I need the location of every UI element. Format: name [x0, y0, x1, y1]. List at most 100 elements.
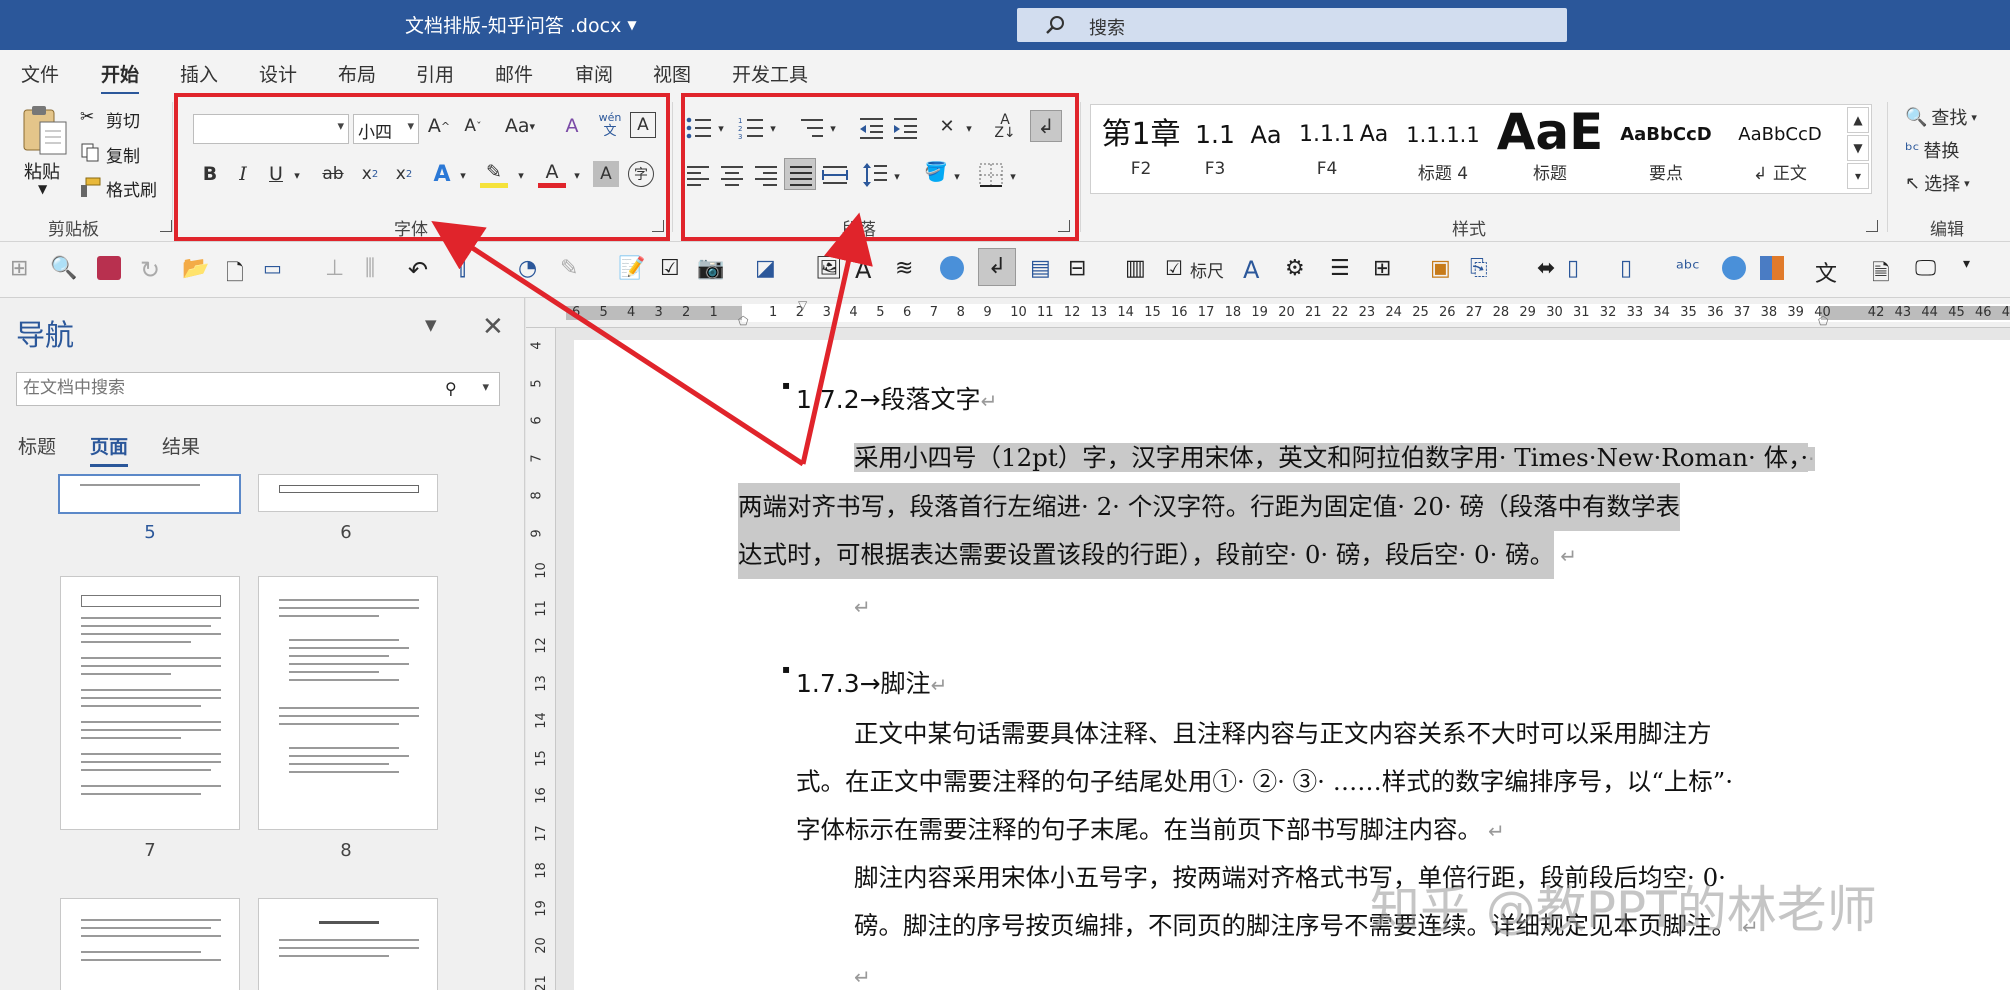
copy-button[interactable]: 复制 [106, 142, 140, 167]
first-line-indent-marker-icon[interactable]: ▽ [798, 298, 807, 312]
styles-dialog-launcher[interactable] [1866, 220, 1878, 232]
tab-developer[interactable]: 开发工具 [732, 60, 808, 87]
cut-icon[interactable]: ✂ [80, 107, 94, 127]
paragraph-marks-toggle-icon[interactable]: ↲ [978, 248, 1016, 286]
heading-1-7-2[interactable]: ▪ 1.7.2→段落文字↵ [782, 378, 997, 416]
search-person-icon[interactable]: 🔍 [50, 256, 77, 282]
style-heading-4[interactable]: 1.1.1.1 标题 4 [1391, 111, 1495, 184]
document-map-icon[interactable]: ▤ [1030, 256, 1056, 282]
globe-icon[interactable] [1722, 256, 1746, 280]
checklist-icon[interactable]: ☑ [660, 256, 686, 282]
styles-a-icon[interactable]: A [1243, 256, 1269, 284]
group-icon[interactable]: ⫿ [459, 256, 485, 282]
styles-scroll-up-icon[interactable]: ▲ [1847, 107, 1869, 133]
left-indent-marker-icon[interactable]: ⬠ [738, 314, 748, 327]
grid-icon[interactable]: ⊞ [10, 256, 36, 282]
tab-file[interactable]: 文件 [21, 60, 59, 87]
ruler-label[interactable]: 标尺 [1190, 257, 1224, 282]
text-box-icon[interactable]: ▭ [263, 256, 289, 282]
find-button[interactable]: 🔍 查找 ▾ [1905, 104, 1977, 130]
spelling-icon[interactable]: ᵃᵇᶜ [1676, 256, 1702, 282]
search-box[interactable]: 搜索 [1017, 8, 1567, 42]
spacing-icon[interactable]: ⬌ [1537, 256, 1563, 282]
undo-icon[interactable]: ↶ [408, 256, 434, 284]
style-f3[interactable]: 1.1 F3 [1185, 111, 1245, 181]
nav-tab-results[interactable]: 结果 [162, 432, 200, 459]
paragraph-footnote-format[interactable]: 脚注内容采用宋体小五号字，按两端对齐格式书写，单倍行距，段前段后均空· 0· 磅… [854, 854, 1964, 951]
vertical-ruler[interactable]: 4 5 6 7 8 9 10 11 12 13 14 15 16 17 18 19 20 21 [526, 328, 556, 990]
list-icon[interactable]: ☰ [1330, 256, 1356, 282]
cut-button[interactable]: 剪切 [106, 107, 140, 132]
cover-page-icon[interactable]: ▯ [1620, 256, 1646, 282]
replace-button[interactable]: ᵇᶜ 替换 [1905, 137, 1959, 163]
tab-home[interactable]: 开始 [101, 60, 140, 95]
ruler-checkbox-icon[interactable]: ☑ [1165, 256, 1191, 282]
search-icon[interactable]: ⚲ [445, 379, 465, 399]
horizontal-ruler[interactable]: 6 5 4 3 2 1 1 2 3 4 5 6 7 8 9 10 11 12 13 14 15 16 17 18 19 20 21 2… [526, 298, 2010, 328]
document-page[interactable]: ▪ 1.7.2→段落文字↵ 采用小四号（12pt）字，汉字用宋体，英文和阿拉伯数… [574, 340, 2010, 990]
tab-insert[interactable]: 插入 [180, 60, 218, 87]
nav-search-chevron-down-icon[interactable]: ▾ [482, 380, 489, 395]
styles-scroll-down-icon[interactable]: ▼ [1847, 135, 1869, 161]
format-painter-button[interactable]: 格式刷 [106, 176, 157, 201]
format-painter-icon[interactable] [78, 176, 102, 198]
image-icon[interactable]: 🖼 [815, 256, 843, 282]
style-aa[interactable]: Aa [1241, 111, 1291, 181]
style-f4[interactable]: 1.1.1 F4 [1287, 111, 1367, 181]
save-icon[interactable] [97, 256, 121, 280]
paste-label[interactable]: 粘贴 [24, 158, 60, 184]
wrap-text-icon[interactable]: ≋ [895, 256, 921, 282]
nav-tab-pages[interactable]: 页面 [90, 432, 129, 467]
form-edit-icon[interactable]: 📝 [618, 256, 645, 282]
copy-icon[interactable] [80, 142, 100, 162]
tab-view[interactable]: 视图 [653, 60, 691, 87]
shape-icon[interactable]: ◔ [518, 256, 544, 282]
font-a-icon[interactable]: A [855, 256, 881, 284]
nav-tab-headings[interactable]: 标题 [18, 432, 56, 459]
columns-icon[interactable]: ▯ [1567, 256, 1593, 282]
style-f2[interactable]: 第1章 F2 [1095, 111, 1187, 181]
camera-icon[interactable]: 📷 [697, 256, 724, 282]
style-normal[interactable]: AaBbCcD ↲ 正文 [1725, 111, 1835, 184]
tab-layout[interactable]: 布局 [338, 60, 376, 87]
select-button[interactable]: ↖ 选择 ▾ [1905, 170, 1970, 196]
edit-shape-icon[interactable]: ✎ [560, 256, 586, 282]
page-break-icon[interactable]: ⎘ [1470, 256, 1496, 282]
nav-search-field[interactable]: ⚲ ▾ [16, 372, 500, 406]
paragraph-body-text[interactable]: 采用小四号（12pt）字，汉字用宋体，英文和阿拉伯数字用· Times·New·… [738, 434, 1906, 580]
clipboard-dialog-launcher[interactable] [160, 220, 172, 232]
shapes-icon[interactable]: ◪ [755, 256, 781, 282]
align-objects-icon[interactable]: ⊥ [325, 256, 351, 282]
header-footer-icon[interactable]: ⊟ [1068, 256, 1094, 282]
tab-review[interactable]: 审阅 [575, 60, 613, 87]
heading-1-7-3[interactable]: ▪ 1.7.3→脚注↵ [782, 662, 947, 700]
distribute-icon[interactable]: ⫼ [365, 256, 391, 282]
customize-toolbar-icon[interactable]: ▾ [1963, 256, 1989, 282]
tab-references[interactable]: 引用 [416, 60, 454, 87]
nav-options-chevron-down-icon[interactable]: ▼ [425, 316, 437, 334]
table-icon[interactable]: ⊞ [1373, 256, 1399, 282]
theme-colors-icon[interactable] [1760, 256, 1784, 280]
paste-icon[interactable] [20, 104, 70, 158]
new-document-icon[interactable]: 🗋 [226, 256, 252, 286]
open-folder-icon[interactable]: 📂 [182, 256, 209, 282]
layout-icon[interactable]: ▥ [1125, 256, 1151, 282]
title-chevron-down-icon[interactable]: ▼ [627, 18, 636, 32]
right-indent-marker-icon[interactable]: ⬠ [1818, 314, 1828, 327]
document-icon[interactable]: 🗎 [1872, 256, 1898, 286]
page-thumbnail-7[interactable] [60, 576, 240, 830]
style-aa-2[interactable]: Aa [1357, 111, 1391, 181]
page-thumbnail-8[interactable] [258, 576, 438, 830]
empty-paragraph[interactable]: ↵ [854, 582, 1964, 631]
close-icon[interactable]: ✕ [482, 312, 504, 342]
screen-icon[interactable]: 🖵 [1915, 256, 1941, 282]
tab-design[interactable]: 设计 [259, 60, 297, 87]
styles-more-icon[interactable]: ▾ [1847, 163, 1869, 189]
page-thumbnail-9[interactable] [60, 898, 240, 990]
settings-icon[interactable]: ⚙ [1285, 256, 1311, 282]
page-thumbnail-5[interactable] [58, 474, 241, 514]
style-key-point[interactable]: AaBbCcD 要点 [1613, 111, 1719, 184]
circle-icon[interactable] [940, 256, 964, 280]
redo-icon[interactable]: ↻ [140, 256, 166, 284]
page-thumbnail-6[interactable] [258, 474, 438, 512]
